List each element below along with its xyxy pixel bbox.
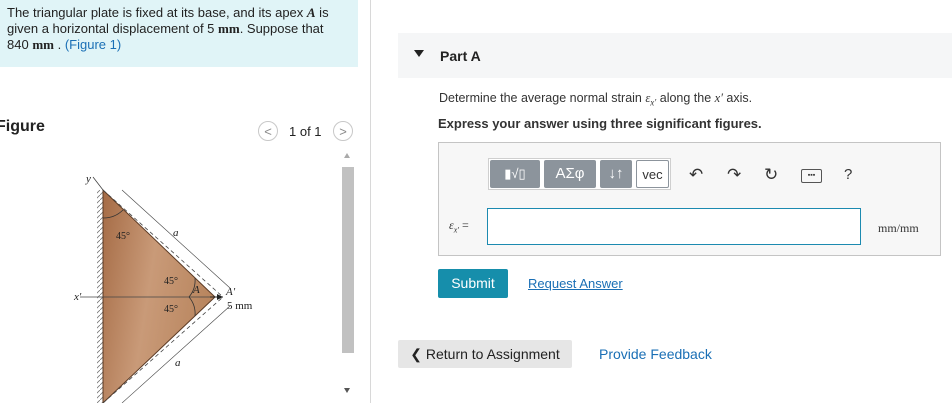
angle-label-mid-upper: 45°	[164, 276, 178, 287]
length-unit: mm	[32, 37, 54, 52]
answer-input[interactable]	[487, 208, 861, 245]
triangular-plate	[102, 188, 216, 403]
answer-unit: mm/mm	[878, 221, 919, 235]
chevron-left-icon: <	[264, 124, 272, 139]
next-figure-button[interactable]: >	[333, 121, 353, 141]
question-text-end: axis.	[722, 91, 753, 105]
fixed-support-hatch	[97, 190, 103, 403]
figure-link[interactable]: (Figure 1)	[65, 37, 121, 52]
answer-label: εx′ =	[449, 218, 469, 234]
figure-heading: Figure	[0, 118, 45, 135]
request-answer-link[interactable]: Request Answer	[528, 276, 623, 291]
provide-feedback-link[interactable]: Provide Feedback	[599, 346, 712, 362]
problem-text-tail: is	[315, 5, 329, 20]
question-text-middle: along the	[656, 91, 715, 105]
x-prime-axis-label: x′	[73, 291, 82, 303]
return-label: Return to Assignment	[425, 346, 560, 362]
undo-icon[interactable]: ↶	[689, 166, 703, 184]
pane-divider	[370, 0, 371, 403]
apex-variable: A	[306, 5, 316, 20]
reset-icon[interactable]: ↻	[764, 166, 778, 184]
prev-figure-button[interactable]: <	[258, 121, 278, 141]
help-button[interactable]: ?	[844, 166, 852, 184]
question-text: Determine the average normal strain εx′ …	[439, 91, 752, 108]
instruction-text: Express your answer using three signific…	[438, 116, 762, 131]
dimension-label-upper: a	[173, 227, 179, 239]
axis-symbol: x′	[714, 91, 723, 105]
dimension-label-lower: a	[175, 357, 181, 369]
question-text-start: Determine the average normal strain	[439, 91, 646, 105]
subscript-superscript-button[interactable]: ↓↑	[600, 160, 632, 188]
problem-text-line2-tail: . Suppose that	[239, 21, 324, 36]
problem-text: The triangular plate is fixed at its bas…	[7, 5, 307, 20]
angle-label-mid-lower: 45°	[164, 304, 178, 315]
templates-button[interactable]: ▮√▯	[490, 160, 540, 188]
problem-statement: The triangular plate is fixed at its bas…	[0, 0, 358, 67]
problem-text-line2: given a horizontal displacement of 5	[7, 21, 219, 36]
part-title: Part A	[440, 48, 481, 64]
keyboard-icon[interactable]: ▪▪▪	[801, 169, 822, 183]
apex-prime-label: A′	[225, 286, 236, 298]
figure-pager: 1 of 1	[289, 124, 322, 139]
length-value: 840	[7, 37, 33, 52]
scroll-down-arrow[interactable]	[344, 388, 350, 393]
displacement-unit: mm	[218, 21, 240, 36]
y-axis-line	[92, 176, 104, 191]
equals-sign: =	[459, 218, 469, 232]
part-header[interactable]	[398, 33, 952, 78]
return-to-assignment-button[interactable]: ❮ Return to Assignment	[398, 340, 572, 368]
chevron-right-icon: >	[339, 124, 347, 139]
vector-button[interactable]: vec	[636, 160, 669, 188]
submit-button[interactable]: Submit	[438, 269, 508, 298]
redo-icon[interactable]: ↷	[727, 166, 741, 184]
displacement-label: 5 mm	[227, 300, 253, 312]
templates-icon: ▮√▯	[504, 166, 526, 181]
angle-label-top: 45°	[116, 231, 130, 242]
y-axis-label: y	[85, 173, 91, 185]
collapse-arrow-icon[interactable]	[414, 50, 424, 57]
triangular-plate-figure: y x′ 45° 45° 45° a a A A′ 5 mm	[73, 173, 253, 403]
displacement-arrowhead	[217, 294, 223, 300]
scrollbar-thumb[interactable]	[342, 167, 354, 353]
apex-label: A	[192, 284, 200, 296]
scroll-up-arrow[interactable]	[344, 153, 350, 158]
problem-text-line3-tail: .	[53, 37, 65, 52]
chevron-left-icon: ❮	[410, 346, 426, 362]
greek-symbols-button[interactable]: ΑΣφ	[544, 160, 596, 188]
